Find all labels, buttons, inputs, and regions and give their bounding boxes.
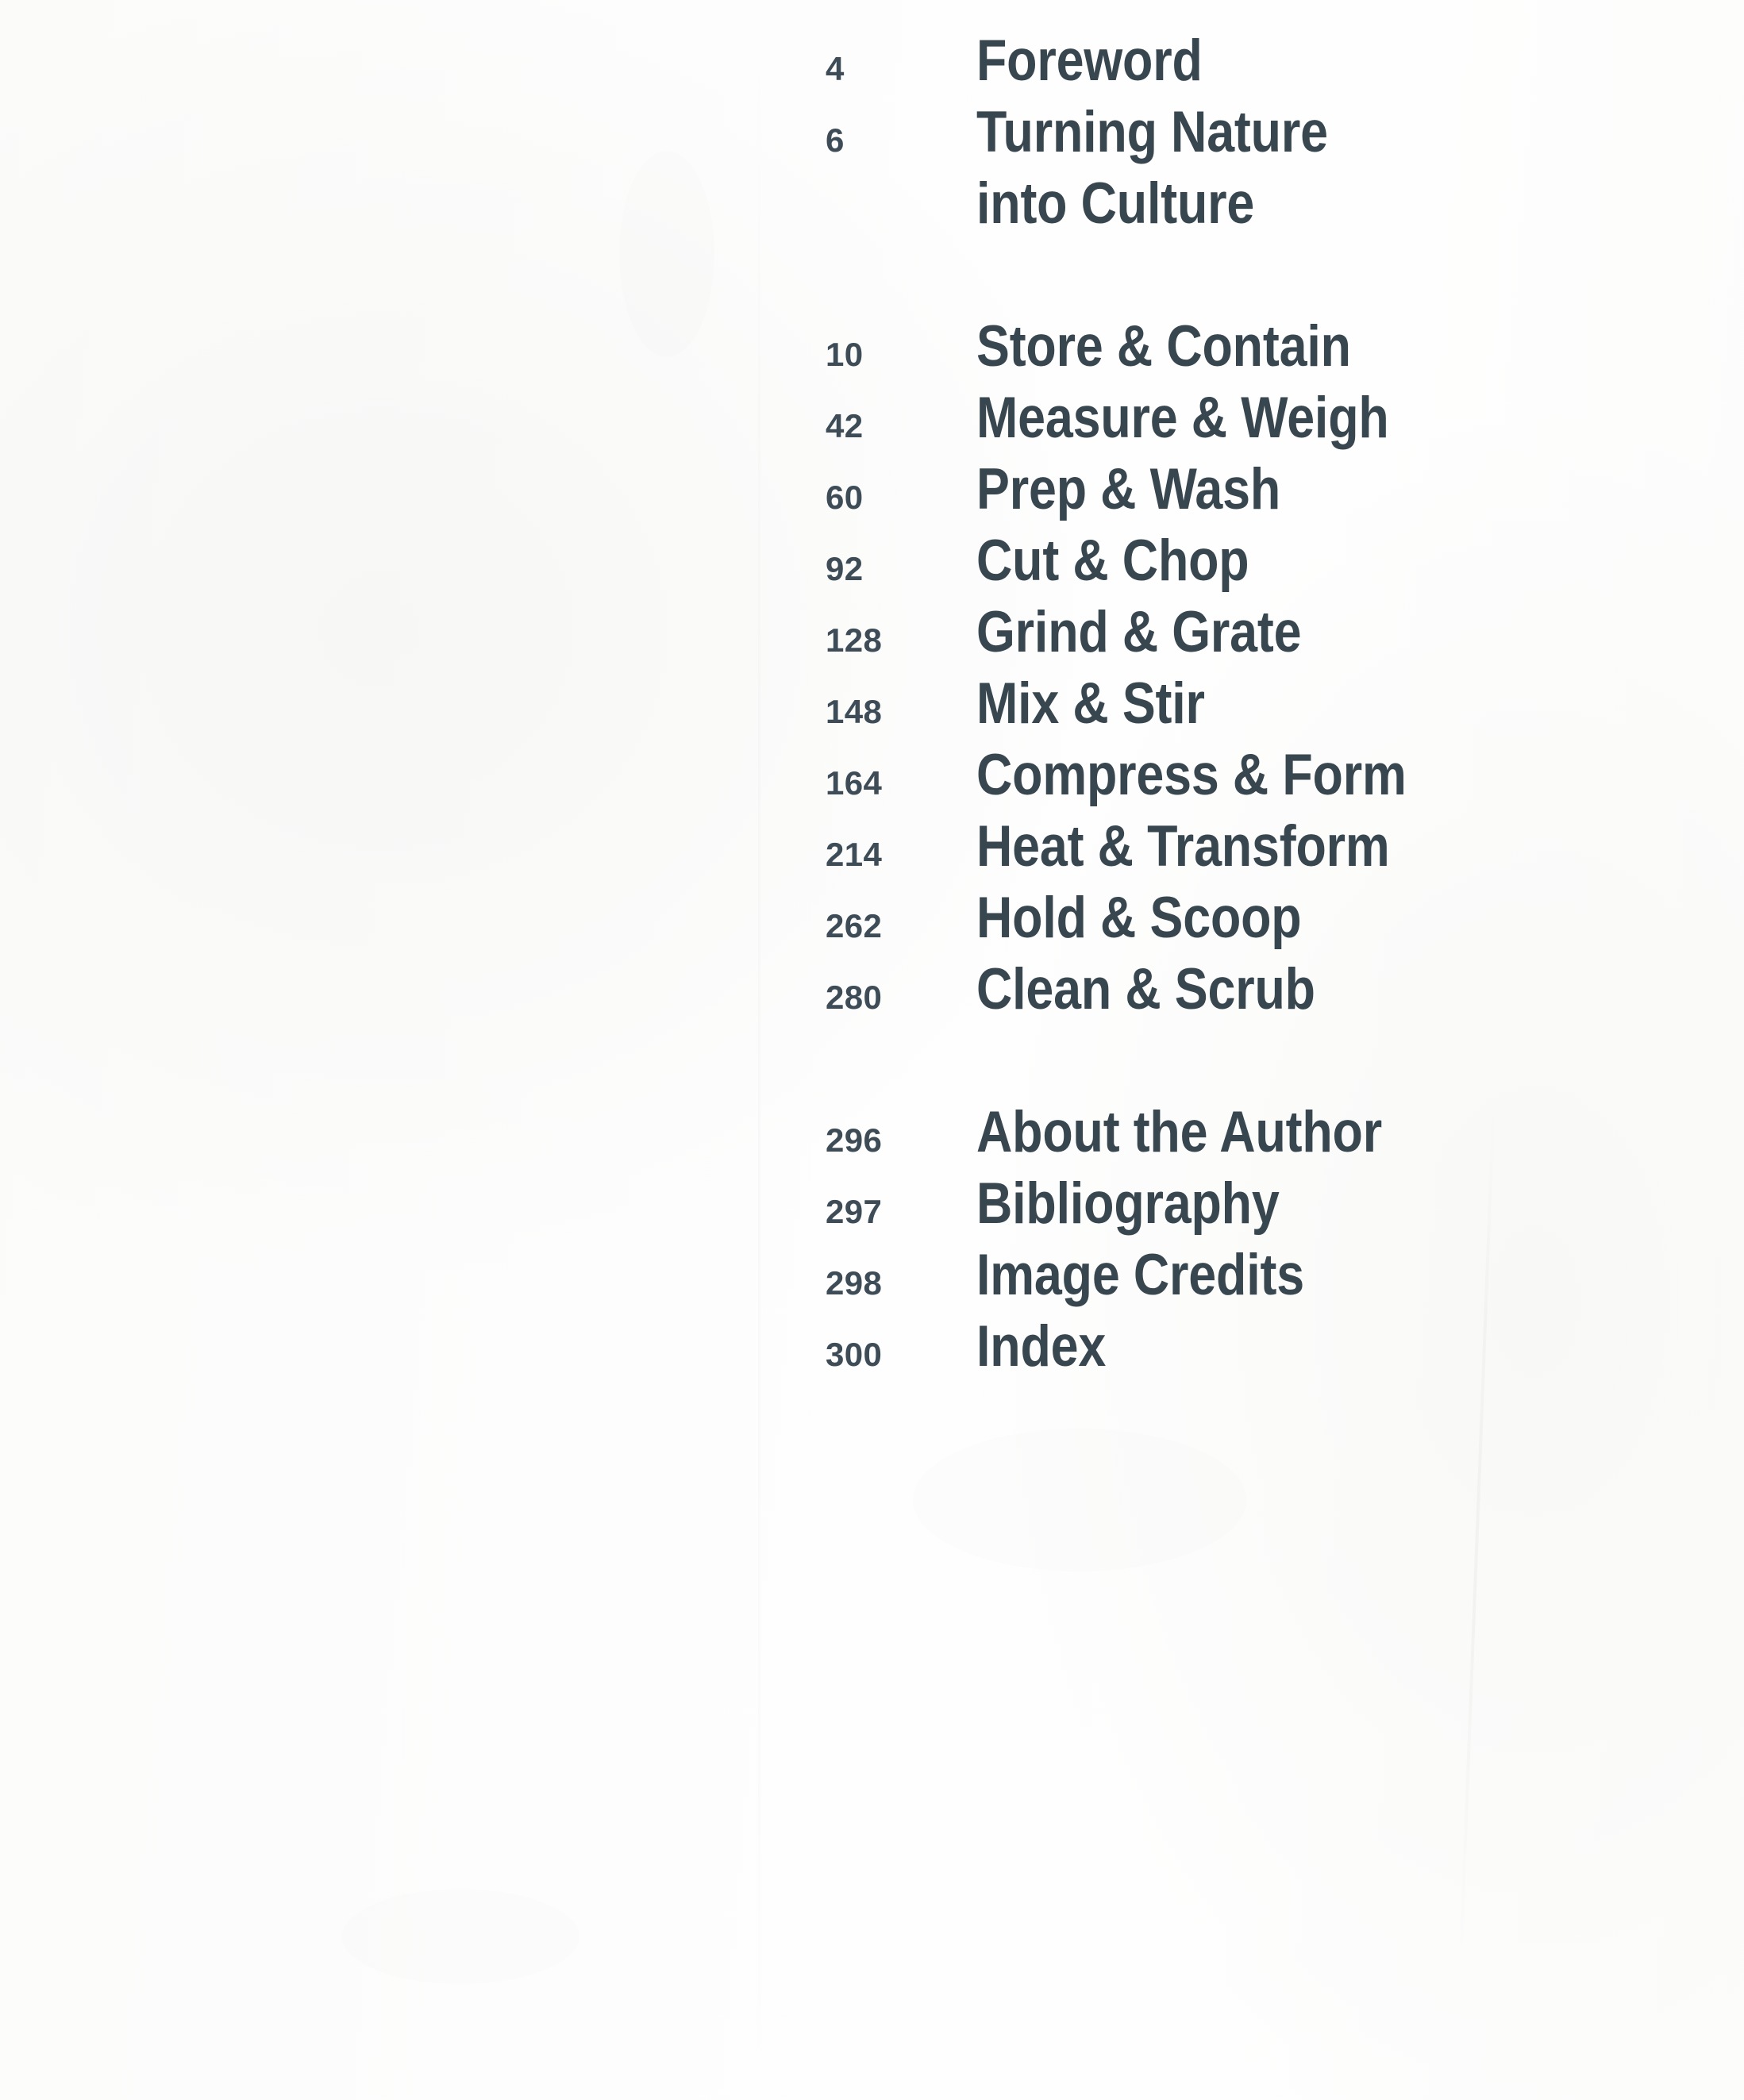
toc-entry-title: Measure & Weigh [976,386,1389,450]
toc-entry[interactable]: 148 Mix & Stir [826,675,1619,746]
toc-entry-title: Grind & Grate [976,600,1302,664]
toc-entry-title: Foreword [976,29,1203,93]
toc-entry[interactable]: 297 Bibliography [826,1175,1619,1246]
toc-entry-title: Clean & Scrub [976,957,1315,1021]
toc-entry[interactable]: 280 Clean & Scrub [826,960,1619,1032]
toc-entry[interactable]: 4 Foreword [826,32,1619,103]
toc-entry-title: Cut & Chop [976,529,1249,593]
toc-page-number: 6 [826,121,845,159]
paper-smudge [619,151,714,357]
paper-fold-left [758,0,760,2100]
toc-entry-title: Index [976,1314,1107,1379]
toc-page-number: 296 [826,1121,883,1159]
paper-smudge [913,1429,1246,1571]
toc-entry-title: Turning Nature [976,100,1328,164]
toc-page-number: 300 [826,1336,883,1373]
toc-entry[interactable]: 298 Image Credits [826,1246,1619,1317]
toc-entry-title: Prep & Wash [976,457,1281,521]
toc-page-number: 164 [826,764,883,802]
toc-page-number: 262 [826,907,883,944]
toc-entry-title: Heat & Transform [976,814,1390,879]
toc-page-number: 214 [826,836,883,873]
toc-page-number: 128 [826,621,883,659]
toc-page-number: 92 [826,550,864,587]
toc-entry-title: Store & Contain [976,314,1351,379]
toc-entry[interactable]: 262 Hold & Scoop [826,889,1619,960]
toc-page-number: 298 [826,1264,883,1302]
toc-entry-title: Bibliography [976,1171,1280,1236]
toc-entry[interactable]: 214 Heat & Transform [826,817,1619,889]
toc-page-number: 148 [826,693,883,730]
toc-entry-title: Compress & Form [976,743,1407,807]
toc-entry-title-continuation[interactable]: into Culture [826,175,1619,246]
toc-entry[interactable]: 60 Prep & Wash [826,460,1619,532]
toc-entry[interactable]: 6 Turning Nature [826,103,1619,175]
toc-entry-title: Mix & Stir [976,671,1205,736]
toc-page-number: 60 [826,479,864,516]
toc-entry-title: Hold & Scoop [976,886,1302,950]
toc-block-back-matter: 296 About the Author 297 Bibliography 298 Ima… [826,1103,1619,1389]
paper-smudge [341,1889,579,1984]
toc-entry-title-line2: into Culture [976,171,1255,236]
toc-page-number: 4 [826,50,845,87]
toc-block-front-matter: 4 Foreword 6 Turning Nature into Culture [826,32,1619,246]
toc-page-number: 297 [826,1193,883,1230]
toc-entry-title: About the Author [976,1100,1382,1164]
toc-entry[interactable]: 10 Store & Contain [826,317,1619,389]
toc-page-number: 42 [826,407,864,444]
toc-entry-title: Image Credits [976,1243,1304,1307]
toc-entry[interactable]: 92 Cut & Chop [826,532,1619,603]
toc-entry[interactable]: 300 Index [826,1317,1619,1389]
toc-page: 4 Foreword 6 Turning Nature into Culture 10 St… [0,0,1744,2100]
toc-entry[interactable]: 296 About the Author [826,1103,1619,1175]
toc-page-number: 280 [826,979,883,1016]
toc-block-chapters: 10 Store & Contain 42 Measure & Weigh 60 Prep… [826,317,1619,1032]
toc-entry[interactable]: 164 Compress & Form [826,746,1619,817]
table-of-contents: 4 Foreword 6 Turning Nature into Culture 10 St… [826,32,1619,1389]
toc-page-number: 10 [826,336,864,373]
toc-entry[interactable]: 42 Measure & Weigh [826,389,1619,460]
toc-entry[interactable]: 128 Grind & Grate [826,603,1619,675]
